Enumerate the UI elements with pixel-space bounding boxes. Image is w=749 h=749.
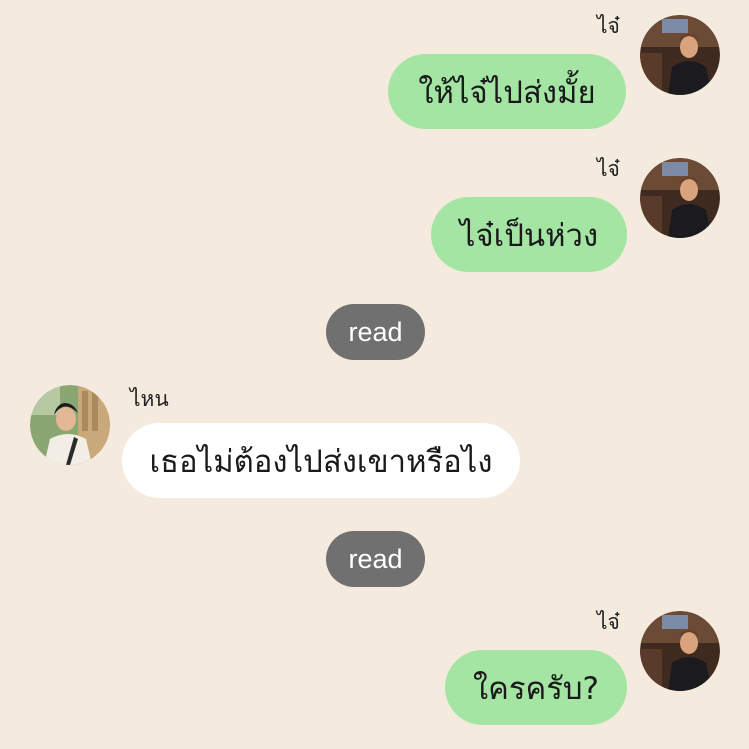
profile-photo-icon <box>30 385 110 465</box>
message-outgoing: ไจ๋ ไจ๋เป็นห่วง <box>0 143 749 283</box>
message-bubble[interactable]: ใครครับ? <box>445 650 627 725</box>
message-bubble[interactable]: เธอไม่ต้องไปส่งเขาหรือไง <box>122 423 520 498</box>
message-bubble[interactable]: ให้ไจ๋ไปส่งมั้ย <box>388 54 626 129</box>
message-bubble[interactable]: ไจ๋เป็นห่วง <box>431 197 627 272</box>
read-receipt: read <box>326 304 425 360</box>
chat-thread: ไจ๋ ให้ไจ๋ไปส่งมั้ย ไจ๋ ไจ๋เป็นห่วง read… <box>0 0 749 749</box>
profile-photo-icon <box>640 158 720 238</box>
avatar[interactable] <box>30 385 110 465</box>
message-outgoing: ไจ๋ ใครครับ? <box>0 596 749 736</box>
message-incoming: ไหน เธอไม่ต้องไปส่งเขาหรือไง <box>0 375 749 515</box>
sender-name: ไจ๋ <box>597 157 620 181</box>
read-receipt: read <box>326 531 425 587</box>
sender-name: ไจ๋ <box>597 14 620 38</box>
avatar[interactable] <box>640 611 720 691</box>
avatar[interactable] <box>640 158 720 238</box>
sender-name: ไจ๋ <box>597 610 620 634</box>
sender-name: ไหน <box>130 387 169 411</box>
avatar[interactable] <box>640 15 720 95</box>
profile-photo-icon <box>640 611 720 691</box>
profile-photo-icon <box>640 15 720 95</box>
message-outgoing: ไจ๋ ให้ไจ๋ไปส่งมั้ย <box>0 0 749 140</box>
